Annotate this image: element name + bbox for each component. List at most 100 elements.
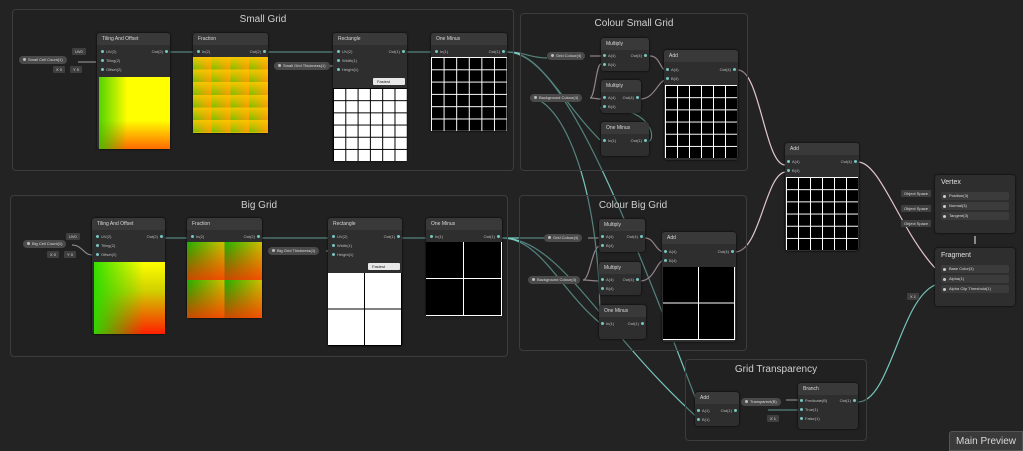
port-in[interactable]: In(1): [433, 49, 448, 55]
port-out[interactable]: Out(1): [484, 234, 502, 240]
port-a[interactable]: A(1): [695, 408, 710, 414]
port-out[interactable]: Out(1): [840, 398, 858, 404]
port-uv[interactable]: UV(2): [94, 234, 111, 240]
port-offset[interactable]: Offset(2): [94, 252, 117, 258]
port-predicate[interactable]: Predicate(B): [798, 398, 827, 404]
port-width[interactable]: Width(1): [335, 58, 357, 64]
property-small-grid-thickness[interactable]: Small Grid Thickness(1): [274, 62, 330, 70]
node-one-minus[interactable]: One Minus In(1) Out(1): [426, 218, 502, 316]
port-width[interactable]: Width(1): [330, 243, 352, 249]
port-b[interactable]: B(1): [695, 417, 710, 423]
port-in[interactable]: In(2): [189, 234, 204, 240]
port-out[interactable]: Out(2): [152, 49, 170, 55]
property-big-cell-count[interactable]: Big Cell Count(1): [23, 240, 67, 248]
node-tiling-and-offset[interactable]: Tiling And Offset UV(2) Tiling(2) Offset…: [97, 33, 170, 149]
node-add-final[interactable]: Add A(4) B(4) Out(4): [785, 143, 859, 251]
property-transparent[interactable]: Transparent(B): [741, 398, 781, 406]
node-fraction[interactable]: Fraction In(2) Out(2): [187, 218, 262, 318]
object-space-dropdown[interactable]: Object Space: [901, 220, 932, 227]
port-b[interactable]: B(4): [664, 76, 679, 82]
quality-dropdown[interactable]: Fastest: [368, 263, 400, 270]
port-tiling[interactable]: Tiling(2): [94, 243, 115, 249]
fragment-stack[interactable]: Fragment Base Color(3) Alpha(1) Alpha Cl…: [935, 248, 1015, 306]
port-out[interactable]: Out(1): [389, 49, 407, 55]
uv-dropdown[interactable]: UV0: [66, 233, 80, 240]
port-a[interactable]: A(4): [785, 159, 800, 165]
vertex-stack[interactable]: Vertex Position(3) Normal(3) Tangent(3): [935, 175, 1015, 233]
slot-normal[interactable]: Normal(3): [941, 202, 1009, 210]
node-one-minus[interactable]: One Minus In(1) Out(1): [601, 122, 649, 156]
object-space-dropdown[interactable]: Object Space: [901, 190, 932, 197]
main-preview-tab[interactable]: Main Preview: [949, 431, 1023, 451]
port-b[interactable]: B(4): [785, 168, 800, 174]
port-in[interactable]: In(2): [195, 49, 210, 55]
node-tiling-and-offset[interactable]: Tiling And Offset UV(2) Tiling(2) Offset…: [92, 218, 165, 334]
node-multiply[interactable]: Multiply A(4) B(4) Out(4): [601, 80, 641, 113]
port-out[interactable]: Out(4): [623, 277, 641, 283]
object-space-dropdown[interactable]: Object Space: [901, 205, 932, 212]
alpha-clip-value-field[interactable]: X 1: [907, 293, 920, 300]
port-out[interactable]: Out(4): [627, 234, 645, 240]
port-a[interactable]: A(4): [601, 53, 616, 59]
node-one-minus[interactable]: One Minus In(1) Out(1): [599, 305, 646, 339]
node-fraction[interactable]: Fraction In(2) Out(2): [193, 33, 268, 133]
property-background-colour[interactable]: Background Colour(4): [528, 276, 581, 284]
port-out[interactable]: Out(4): [841, 159, 859, 165]
port-out[interactable]: Out(2): [250, 49, 268, 55]
port-a[interactable]: A(4): [664, 67, 679, 73]
node-add-transparency[interactable]: Add A(1) B(1) Out(1): [695, 392, 739, 426]
slot-alpha-clip[interactable]: Alpha Clip Threshold(1): [941, 285, 1009, 293]
port-b[interactable]: B(4): [599, 243, 614, 249]
port-tiling[interactable]: Tiling(2): [99, 58, 120, 64]
quality-dropdown[interactable]: Fastest: [373, 78, 405, 85]
port-out[interactable]: Out(1): [384, 234, 402, 240]
port-a[interactable]: A(4): [599, 277, 614, 283]
port-b[interactable]: B(4): [662, 258, 677, 264]
offset-y-field[interactable]: Y 0: [64, 251, 76, 258]
node-multiply[interactable]: Multiply A(4) B(4) Out(4): [601, 38, 649, 71]
port-height[interactable]: Height(1): [335, 67, 358, 73]
port-height[interactable]: Height(1): [330, 252, 353, 258]
port-a[interactable]: A(4): [599, 234, 614, 240]
property-background-colour[interactable]: Background Colour(4): [530, 94, 583, 102]
port-offset[interactable]: Offset(2): [99, 67, 122, 73]
shader-graph-canvas[interactable]: Small Grid Colour Small Grid Big Grid Co…: [0, 0, 1023, 451]
port-out[interactable]: Out(2): [244, 234, 262, 240]
property-grid-colour[interactable]: Grid Colour(4): [547, 52, 586, 60]
offset-y-field[interactable]: Y 0: [70, 66, 82, 73]
offset-x-field[interactable]: X 0: [53, 66, 66, 73]
node-multiply[interactable]: Multiply A(4) B(4) Out(4): [599, 262, 641, 295]
slot-tangent[interactable]: Tangent(3): [941, 212, 1009, 220]
port-a[interactable]: A(4): [601, 95, 616, 101]
property-grid-colour[interactable]: Grid Colour(4): [544, 234, 583, 242]
port-uv[interactable]: UV(2): [330, 234, 347, 240]
node-branch[interactable]: Branch Predicate(B) True(1) False(1) Out…: [798, 383, 858, 429]
slot-position[interactable]: Position(3): [941, 192, 1009, 200]
property-small-cell-count[interactable]: Small Cell Count(1): [19, 56, 67, 64]
node-rectangle[interactable]: Rectangle UV(2) Width(1) Height(1) Out(1…: [328, 218, 402, 346]
property-big-grid-thickness[interactable]: Big Grid Thickness(1): [268, 247, 320, 255]
port-out[interactable]: Out(1): [628, 321, 646, 327]
port-out[interactable]: Out(4): [720, 67, 738, 73]
port-uv[interactable]: UV(2): [335, 49, 352, 55]
port-in[interactable]: In(1): [599, 321, 614, 327]
node-rectangle[interactable]: Rectangle UV(2) Width(1) Height(1) Out(1…: [333, 33, 407, 161]
port-out[interactable]: Out(4): [623, 95, 641, 101]
port-false[interactable]: False(1): [798, 416, 820, 422]
port-uv[interactable]: UV(2): [99, 49, 116, 55]
uv-dropdown[interactable]: UV0: [72, 48, 86, 55]
port-b[interactable]: B(4): [601, 104, 616, 110]
port-out[interactable]: Out(2): [147, 234, 165, 240]
port-out[interactable]: Out(4): [631, 53, 649, 59]
port-in[interactable]: In(1): [601, 138, 616, 144]
slot-base-color[interactable]: Base Color(3): [941, 265, 1009, 273]
offset-x-field[interactable]: X 0: [47, 251, 60, 258]
port-out[interactable]: Out(1): [721, 408, 739, 414]
node-one-minus[interactable]: One Minus In(1) Out(1): [431, 33, 507, 131]
false-value-field[interactable]: X 1: [767, 415, 780, 422]
slot-alpha[interactable]: Alpha(1): [941, 275, 1009, 283]
port-true[interactable]: True(1): [798, 407, 818, 413]
port-out[interactable]: Out(1): [489, 49, 507, 55]
port-out[interactable]: Out(4): [718, 249, 736, 255]
node-add[interactable]: Add A(4) B(4) Out(4): [662, 232, 736, 342]
